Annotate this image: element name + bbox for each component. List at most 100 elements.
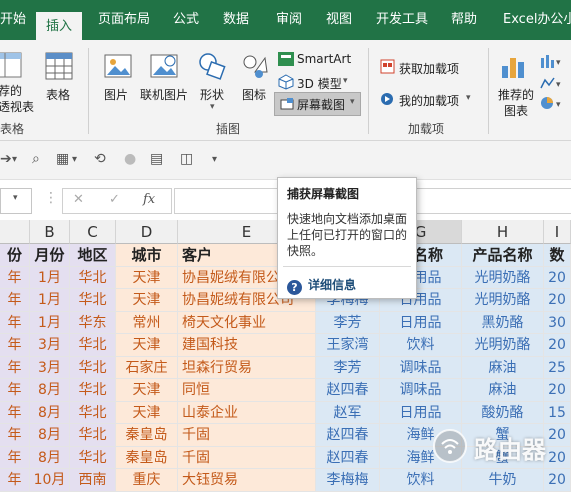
my-addins-dropdown-icon[interactable]: ▾: [466, 93, 471, 103]
table-icon[interactable]: [45, 52, 73, 83]
tab-formulas[interactable]: 公式: [173, 0, 199, 40]
customer-cell[interactable]: 大钰贸易: [178, 469, 316, 492]
quantity-cell[interactable]: 15: [544, 401, 571, 424]
year-cell[interactable]: 年: [0, 266, 30, 289]
icons-icon[interactable]: [241, 52, 269, 83]
year-cell[interactable]: 年: [0, 311, 30, 334]
region-cell[interactable]: 华北: [70, 266, 116, 289]
city-cell[interactable]: 重庆: [116, 469, 178, 492]
cancel-icon[interactable]: ✕: [73, 192, 84, 207]
category-cell[interactable]: 调味品: [380, 356, 462, 379]
month-cell[interactable]: 3月: [30, 334, 70, 357]
online-picture-button[interactable]: 联机图片: [140, 86, 188, 103]
year-cell[interactable]: 年: [0, 401, 30, 424]
salesperson-cell[interactable]: 李芳: [316, 311, 380, 334]
product-cell[interactable]: 光明奶酪: [462, 334, 544, 357]
region-cell[interactable]: 华北: [70, 401, 116, 424]
smartart-button[interactable]: SmartArt: [297, 52, 351, 66]
shapes-button[interactable]: 形状: [200, 86, 224, 103]
3d-model-dropdown-icon[interactable]: ▾: [343, 76, 348, 86]
region-cell[interactable]: 华北: [70, 334, 116, 357]
3d-model-icon[interactable]: [278, 74, 294, 93]
salesperson-cell[interactable]: 赵四春: [316, 424, 380, 447]
pivot-label-2[interactable]: 透视表: [0, 98, 34, 115]
circle-icon[interactable]: ●: [124, 151, 136, 167]
month-cell[interactable]: 1月: [30, 311, 70, 334]
salesperson-cell[interactable]: 赵四春: [316, 446, 380, 469]
tab-excel-office[interactable]: Excel办公小: [503, 0, 571, 40]
get-addins-button[interactable]: 获取加载项: [399, 60, 459, 77]
shapes-dropdown-icon[interactable]: ▾: [210, 102, 215, 112]
year-cell[interactable]: 年: [0, 356, 30, 379]
column-header-b[interactable]: B: [30, 220, 70, 244]
header-cell-month[interactable]: 月份: [30, 244, 70, 267]
quantity-cell[interactable]: 25: [544, 356, 571, 379]
tab-page-layout[interactable]: 页面布局: [98, 0, 150, 40]
month-cell[interactable]: 1月: [30, 289, 70, 312]
tooltip-more-info-link[interactable]: ? 详细信息: [287, 276, 356, 295]
region-cell[interactable]: 华北: [70, 446, 116, 469]
city-cell[interactable]: 天津: [116, 289, 178, 312]
city-cell[interactable]: 天津: [116, 334, 178, 357]
column-header-i[interactable]: I: [544, 220, 571, 244]
header-cell-city[interactable]: 城市: [116, 244, 178, 267]
tab-insert[interactable]: 插入: [36, 12, 83, 40]
category-cell[interactable]: 调味品: [380, 379, 462, 402]
product-cell[interactable]: 牛奶: [462, 469, 544, 492]
customer-cell[interactable]: 山泰企业: [178, 401, 316, 424]
salesperson-cell[interactable]: 王家湾: [316, 334, 380, 357]
product-cell[interactable]: 光明奶酪: [462, 266, 544, 289]
tab-home[interactable]: 开始: [0, 0, 26, 40]
recommended-charts-icon[interactable]: [500, 52, 530, 83]
quantity-cell[interactable]: 20: [544, 469, 571, 492]
region-cell[interactable]: 华北: [70, 424, 116, 447]
salesperson-cell[interactable]: 赵军: [316, 401, 380, 424]
tab-help[interactable]: 帮助: [451, 0, 477, 40]
month-cell[interactable]: 10月: [30, 469, 70, 492]
category-cell[interactable]: 饮料: [380, 334, 462, 357]
year-cell[interactable]: 年: [0, 289, 30, 312]
region-cell[interactable]: 华北: [70, 379, 116, 402]
year-cell[interactable]: 年: [0, 446, 30, 469]
tab-data[interactable]: 数据: [223, 0, 249, 40]
column-header[interactable]: [0, 220, 30, 244]
pivot-label-1[interactable]: 荐的: [0, 82, 22, 99]
table-button[interactable]: 表格: [46, 86, 70, 103]
customer-cell[interactable]: 椅天文化事业: [178, 311, 316, 334]
month-cell[interactable]: 3月: [30, 356, 70, 379]
screenshot-button[interactable]: 屏幕截图 ▾: [274, 92, 361, 116]
region-cell[interactable]: 华北: [70, 289, 116, 312]
quantity-cell[interactable]: 20: [544, 334, 571, 357]
column-header-h[interactable]: H: [462, 220, 544, 244]
tab-review[interactable]: 审阅: [276, 0, 302, 40]
table-grid-icon[interactable]: ▤: [150, 151, 163, 167]
city-cell[interactable]: 天津: [116, 266, 178, 289]
online-picture-icon[interactable]: [150, 52, 178, 83]
salesperson-cell[interactable]: 李芳: [316, 356, 380, 379]
format-painter-icon[interactable]: ▦: [56, 151, 69, 167]
month-cell[interactable]: 8月: [30, 446, 70, 469]
city-cell[interactable]: 常州: [116, 311, 178, 334]
quantity-cell[interactable]: 20: [544, 266, 571, 289]
header-cell[interactable]: 份: [0, 244, 30, 267]
picture-button[interactable]: 图片: [104, 86, 128, 103]
3d-model-button[interactable]: 3D 模型: [297, 75, 342, 92]
city-cell[interactable]: 秦皇岛: [116, 446, 178, 469]
format-dropdown-icon[interactable]: ▾: [72, 154, 77, 165]
category-cell[interactable]: 日用品: [380, 311, 462, 334]
column-header-c[interactable]: C: [70, 220, 116, 244]
pivot-table-icon[interactable]: [0, 52, 22, 81]
my-addins-button[interactable]: 我的加载项: [399, 92, 459, 109]
city-cell[interactable]: 天津: [116, 401, 178, 424]
month-cell[interactable]: 8月: [30, 401, 70, 424]
picture-icon[interactable]: [104, 52, 132, 83]
print-preview-icon[interactable]: ⌕: [32, 151, 40, 167]
city-cell[interactable]: 石家庄: [116, 356, 178, 379]
insert-function-icon[interactable]: fx: [143, 192, 155, 207]
camera-icon[interactable]: ◫: [180, 151, 193, 167]
customer-cell[interactable]: 千固: [178, 424, 316, 447]
product-cell[interactable]: 光明奶酪: [462, 289, 544, 312]
category-cell[interactable]: 日用品: [380, 401, 462, 424]
quantity-cell[interactable]: 30: [544, 311, 571, 334]
city-cell[interactable]: 秦皇岛: [116, 424, 178, 447]
